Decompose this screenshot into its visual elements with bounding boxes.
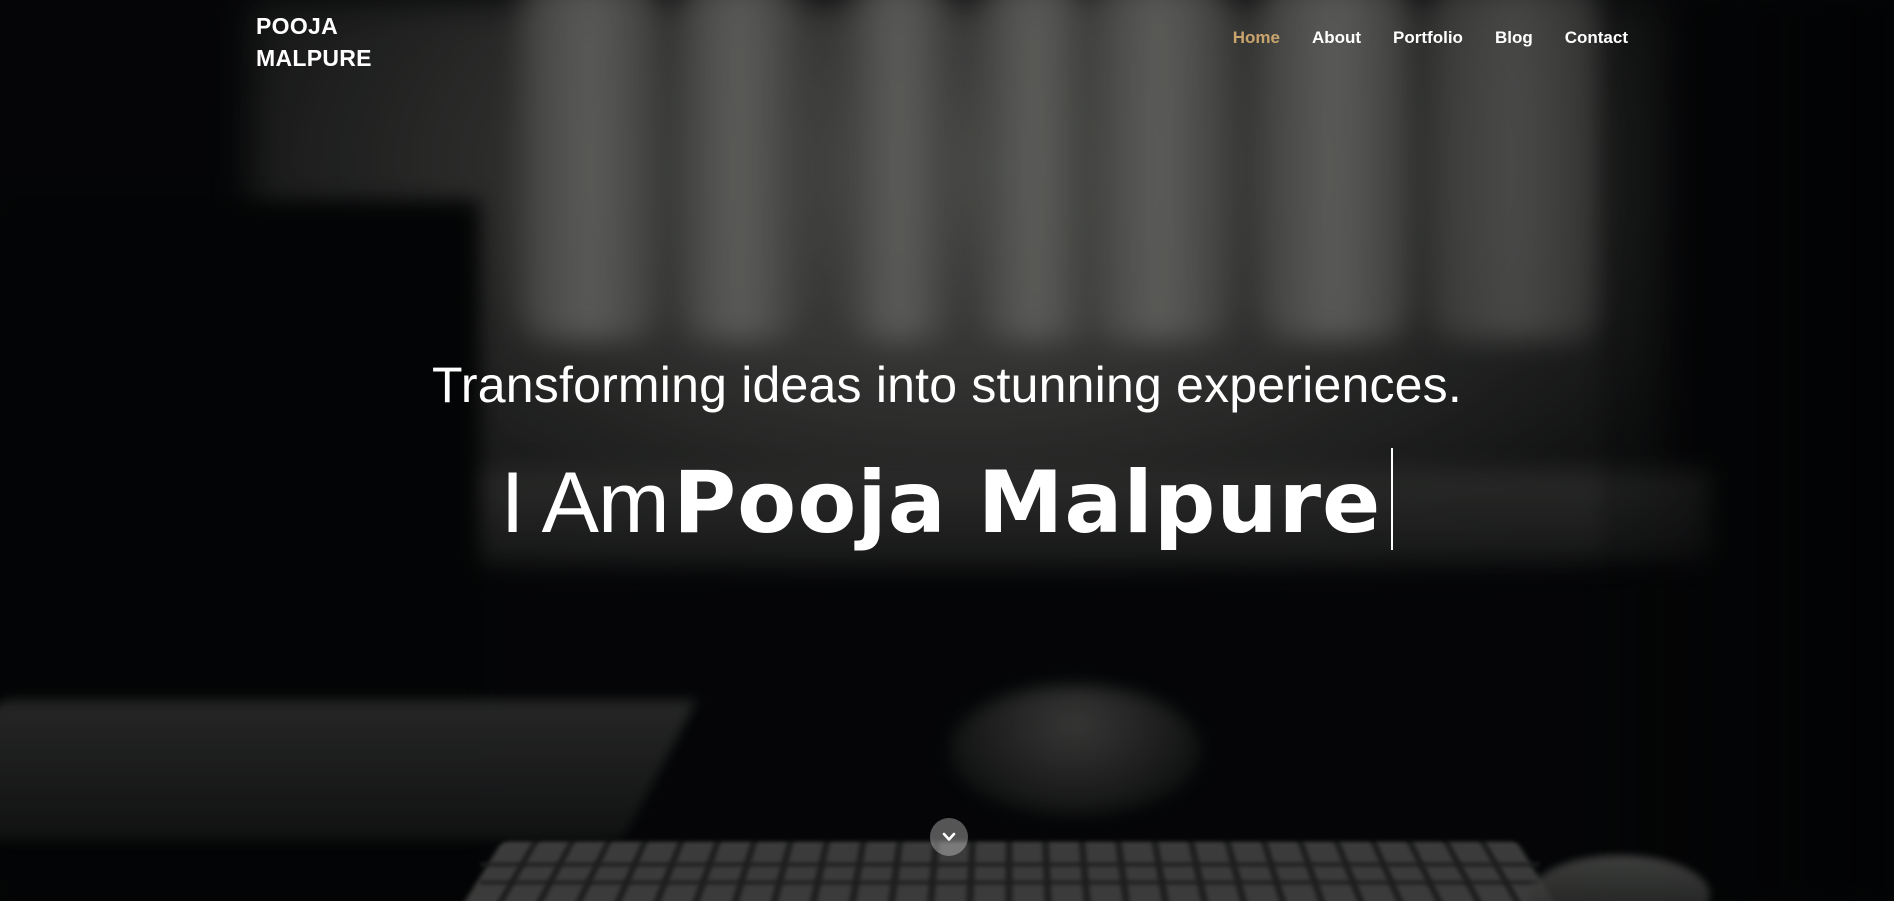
brand-line-1: POOJA [256, 13, 339, 39]
hero-headline: I Am Pooja Malpure [0, 448, 1894, 553]
nav-portfolio[interactable]: Portfolio [1393, 28, 1463, 48]
brand-line-2: MALPURE [256, 45, 372, 71]
chevron-down-icon [942, 832, 956, 841]
nav-contact[interactable]: Contact [1565, 28, 1628, 48]
scroll-down-button[interactable] [930, 818, 968, 856]
site-logo[interactable]: POOJA MALPURE [256, 10, 372, 74]
nav-blog[interactable]: Blog [1495, 28, 1533, 48]
hero-tagline: Transforming ideas into stunning experie… [432, 357, 1462, 413]
main-nav: Home About Portfolio Blog Contact [1201, 28, 1628, 48]
headline-prefix: I Am [500, 455, 670, 551]
nav-about[interactable]: About [1312, 28, 1361, 48]
headline-name: Pooja Malpure [673, 453, 1382, 553]
typing-cursor [1391, 448, 1394, 550]
nav-home[interactable]: Home [1233, 28, 1280, 48]
hero-section: POOJA MALPURE Home About Portfolio Blog … [0, 0, 1894, 901]
